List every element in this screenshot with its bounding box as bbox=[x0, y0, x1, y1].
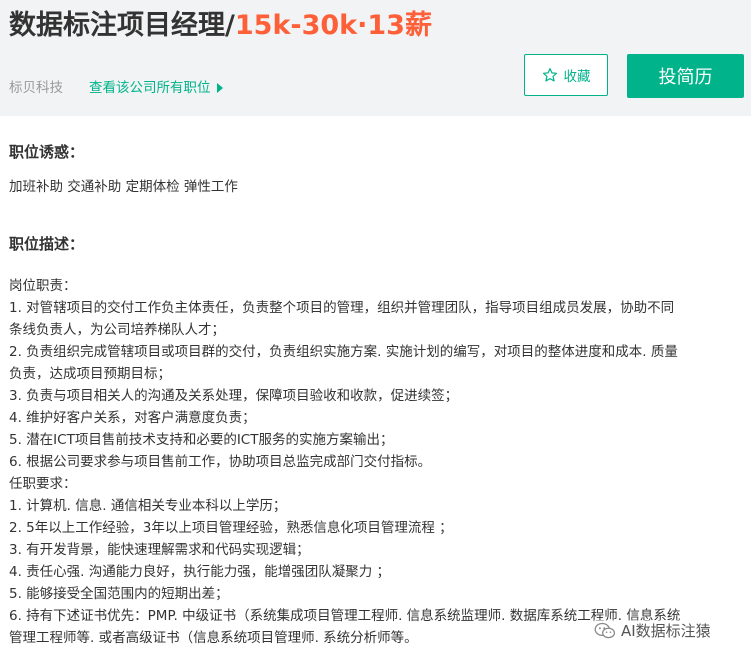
job-title: 数据标注项目经理/15k-30k·13薪 bbox=[9, 6, 432, 46]
job-header: 数据标注项目经理/15k-30k·13薪 标贝科技 查看该公司所有职位 收藏 投… bbox=[0, 0, 751, 116]
favorite-button-label: 收藏 bbox=[563, 69, 591, 85]
company-jobs-link[interactable]: 查看该公司所有职位 bbox=[89, 78, 223, 98]
job-description: 岗位职责： 1. 对管辖项目的交付工作负主体责任，负责整个项目的管理，组织并管理… bbox=[9, 275, 744, 649]
description-line: 3. 有开发背景，能快速理解需求和代码实现逻辑； bbox=[9, 542, 310, 558]
description-line: 1. 计算机. 信息. 通信相关专业本科以上学历； bbox=[9, 498, 287, 514]
description-line: 5. 潜在ICT项目售前技术支持和必要的ICT服务的实施方案输出； bbox=[9, 432, 394, 448]
description-line: 4. 维护好客户关系，对客户满意度负责； bbox=[9, 410, 256, 426]
description-line: 1. 对管辖项目的交付工作负主体责任，负责整个项目的管理，组织并管理团队，指导项… bbox=[9, 300, 675, 316]
job-title-text: 数据标注项目经理/ bbox=[9, 10, 235, 41]
apply-button[interactable]: 投简历 bbox=[627, 54, 744, 98]
description-heading: 职位描述： bbox=[9, 235, 85, 253]
description-line: 6. 根据公司要求参与项目售前工作，协助项目总监完成部门交付指标。 bbox=[9, 454, 432, 470]
star-outline-icon bbox=[542, 68, 557, 82]
salary-range: 15k-30k·13薪 bbox=[234, 10, 432, 41]
description-line: 2. 负责组织完成管辖项目或项目群的交付，负责组织实施方案. 实施计划的编写，对… bbox=[9, 344, 678, 360]
perks-heading: 职位诱惑： bbox=[9, 143, 85, 161]
company-jobs-link-label: 查看该公司所有职位 bbox=[89, 80, 211, 96]
watermark-text: AI数据标注猿 bbox=[621, 622, 711, 640]
description-line: 岗位职责： bbox=[9, 278, 77, 294]
description-line: 任职要求： bbox=[9, 476, 77, 492]
description-line: 条线负责人，为公司培养梯队人才； bbox=[9, 322, 225, 338]
triangle-right-icon bbox=[216, 83, 223, 93]
description-line: 3. 负责与项目相关人的沟通及关系处理，保障项目验收和收款，促进续签； bbox=[9, 388, 459, 404]
watermark: AI数据标注猿 bbox=[594, 620, 711, 641]
wechat-icon bbox=[594, 622, 616, 638]
description-line: 5. 能够接受全国范围内的短期出差； bbox=[9, 586, 229, 602]
description-line: 4. 责任心强. 沟通能力良好，执行能力强，能增强团队凝聚力 ； bbox=[9, 564, 391, 580]
favorite-button[interactable]: 收藏 bbox=[524, 54, 608, 96]
company-name[interactable]: 标贝科技 bbox=[9, 78, 63, 98]
perks-text: 加班补助 交通补助 定期体检 弹性工作 bbox=[9, 179, 238, 195]
description-line: 负责，达成项目预期目标； bbox=[9, 366, 171, 382]
description-line: 2. 5年以上工作经验，3年以上项目管理经验，熟悉信息化项目管理流程 ； bbox=[9, 520, 453, 536]
